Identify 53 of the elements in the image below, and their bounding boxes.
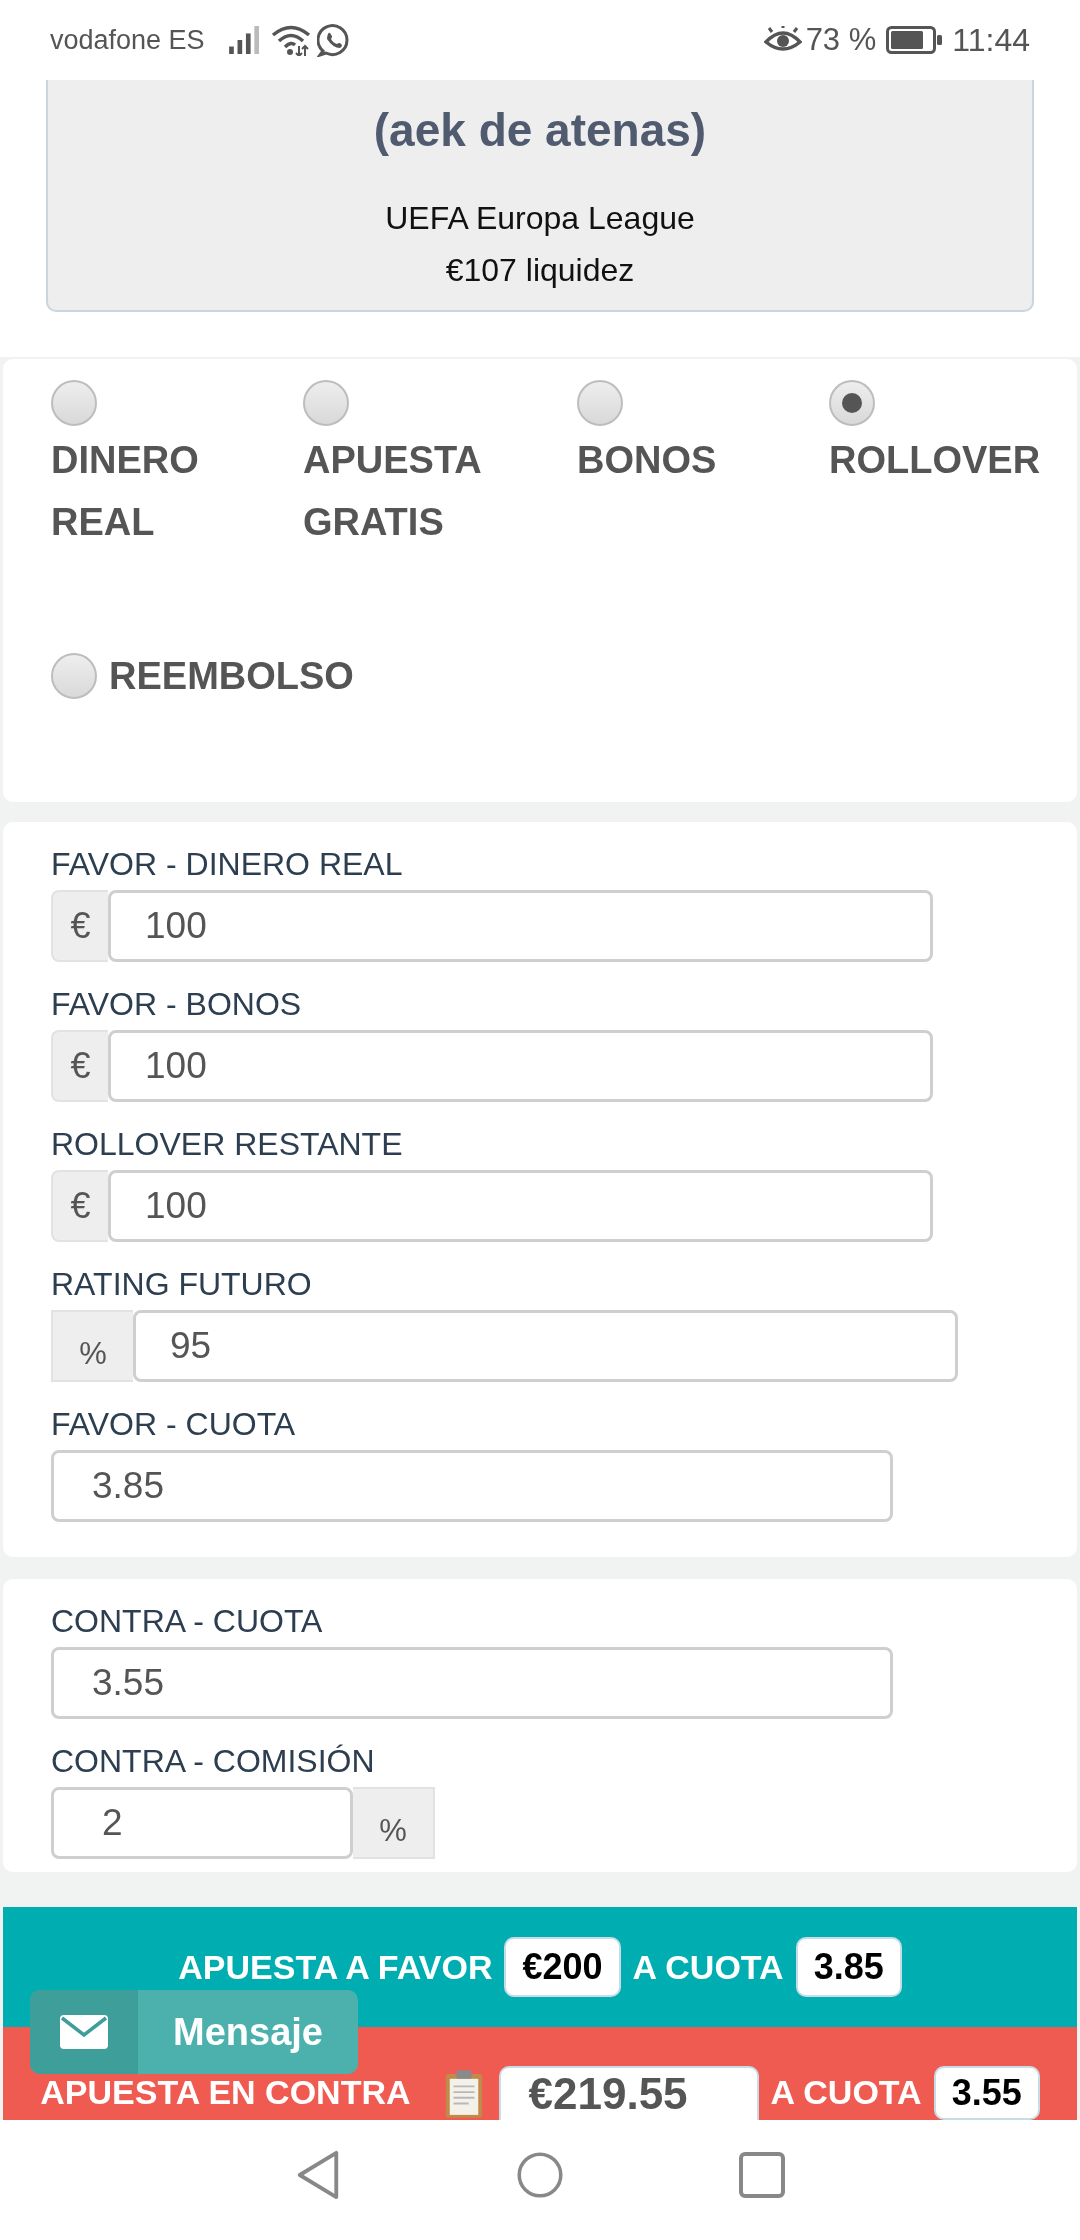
field-label: CONTRA - COMISIÓN — [51, 1742, 376, 1781]
field-label: FAVOR - BONOS — [51, 985, 303, 1024]
radio-label[interactable]: DINERO REAL — [51, 429, 291, 553]
battery-percentage: 73 % — [805, 22, 877, 58]
radio-button[interactable] — [577, 380, 623, 426]
competition-name: UEFA Europa League — [385, 199, 695, 238]
field-label: FAVOR - DINERO REAL — [51, 845, 404, 884]
odds-value: 3.85 — [795, 1937, 902, 1997]
radio-label[interactable]: ROLLOVER — [829, 429, 1041, 491]
odds-label: A CUOTA — [770, 2074, 922, 2110]
event-title: (aek de atenas) — [373, 103, 707, 158]
square-icon[interactable] — [739, 2150, 785, 2200]
home-icon[interactable] — [517, 2150, 563, 2200]
clock: 11:44 — [952, 21, 1030, 59]
number-input[interactable]: 3.55 — [51, 1647, 893, 1719]
radio-label[interactable]: APUESTA GRATIS — [303, 429, 543, 553]
number-input[interactable]: 2 — [51, 1787, 353, 1859]
bet-label: APUESTA A FAVOR — [178, 1949, 493, 1985]
stake-amount: €219.55 — [498, 2066, 759, 2120]
back-icon[interactable] — [295, 2150, 341, 2200]
battery-icon — [886, 26, 943, 54]
number-input[interactable]: 100 — [108, 890, 933, 962]
liquidity-text: €107 liquidez — [445, 251, 635, 290]
radio-button[interactable] — [829, 380, 875, 426]
radio-button[interactable] — [51, 653, 97, 699]
field-label: FAVOR - CUOTA — [51, 1405, 297, 1444]
unit-addon: € — [51, 1030, 108, 1102]
field-label: ROLLOVER RESTANTE — [51, 1125, 404, 1164]
eye-icon — [763, 26, 802, 54]
envelope-icon — [60, 2015, 108, 2049]
signal-icon — [228, 26, 261, 54]
radio-label[interactable]: REEMBOLSO — [109, 645, 354, 707]
unit-addon: % — [51, 1310, 133, 1382]
field-label: CONTRA - CUOTA — [51, 1602, 324, 1641]
unit-addon: € — [51, 1170, 108, 1242]
chat-bubble-icon — [316, 23, 351, 57]
stake-amount: €200 — [504, 1937, 621, 1997]
radio-label[interactable]: BONOS — [577, 429, 717, 491]
radio-button[interactable] — [51, 380, 97, 426]
number-input[interactable]: 95 — [133, 1310, 958, 1382]
bet-label: APUESTA EN CONTRA — [40, 2074, 411, 2110]
field-label: RATING FUTURO — [51, 1265, 313, 1304]
clipboard-icon[interactable] — [444, 2070, 483, 2118]
radio-button[interactable] — [303, 380, 349, 426]
number-input[interactable]: 100 — [108, 1030, 933, 1102]
wifi-icon — [270, 24, 311, 56]
unit-addon: % — [353, 1787, 435, 1859]
number-input[interactable]: 100 — [108, 1170, 933, 1242]
odds-label: A CUOTA — [632, 1949, 784, 1985]
carrier-name: vodafone ES — [50, 24, 205, 56]
number-input[interactable]: 3.85 — [51, 1450, 893, 1522]
odds-value: 3.55 — [933, 2066, 1040, 2120]
unit-addon: € — [51, 890, 108, 962]
